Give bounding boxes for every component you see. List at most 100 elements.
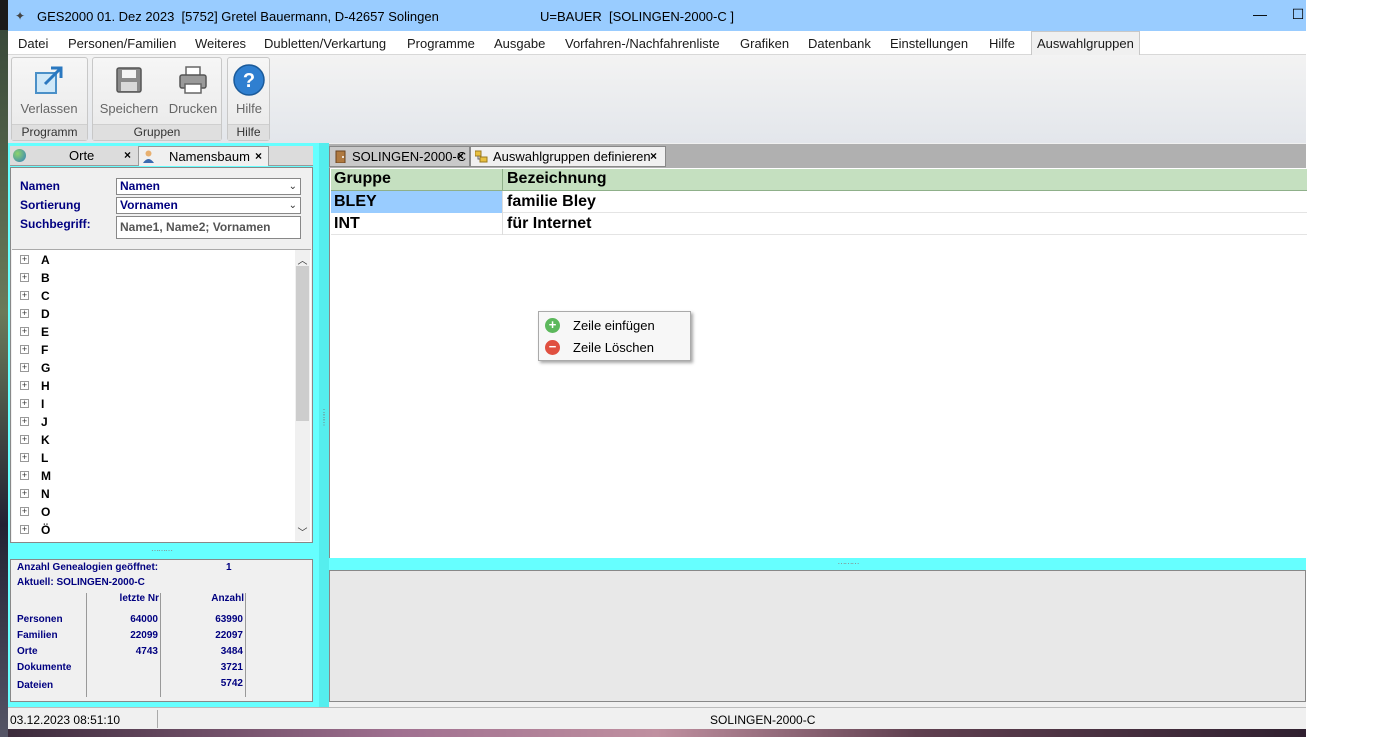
namen-select[interactable]: Namen ⌄ <box>116 178 301 195</box>
menu-dubletten[interactable]: Dubletten/Verkartung <box>264 36 386 51</box>
cell-gruppe[interactable]: BLEY <box>331 191 503 213</box>
menu-hilfe[interactable]: Hilfe <box>989 36 1015 51</box>
tree-item[interactable]: + G <box>20 360 290 378</box>
menu-personen-familien[interactable]: Personen/Familien <box>68 36 176 51</box>
menu-item-zeile-einfuegen[interactable]: + Zeile einfügen <box>543 315 686 335</box>
hilfe-button[interactable]: ? Hilfe <box>230 62 268 116</box>
save-icon <box>116 67 142 93</box>
groups-icon <box>475 150 488 163</box>
tab-orte[interactable]: Orte × <box>10 146 138 166</box>
expand-icon[interactable]: + <box>20 435 29 444</box>
cell-bezeichnung[interactable]: familie Bley <box>504 191 1104 213</box>
desktop-background-left <box>0 30 8 737</box>
speichern-button[interactable]: Speichern <box>97 62 161 116</box>
cell-gruppe[interactable]: INT <box>331 213 503 235</box>
tree-item[interactable]: + J <box>20 414 290 432</box>
tree-item[interactable]: + K <box>20 432 290 450</box>
minimize-button[interactable]: — <box>1245 6 1275 26</box>
menu-vorfahren[interactable]: Vorfahren-/Nachfahrenliste <box>565 36 720 51</box>
window-user-info: U=BAUER [SOLINGEN-2000-C ] <box>540 9 734 24</box>
tab-auswahlgruppen-definieren[interactable]: Auswahlgruppen definieren × <box>470 146 666 167</box>
close-icon[interactable]: × <box>124 148 131 162</box>
menu-datei[interactable]: Datei <box>18 36 48 51</box>
tab-namensbaum[interactable]: Namensbaum × <box>138 146 269 166</box>
tree-item[interactable]: + B <box>20 270 290 288</box>
expand-icon[interactable]: + <box>20 363 29 372</box>
menu-item-zeile-loeschen[interactable]: − Zeile Löschen <box>543 337 686 357</box>
tree-scrollbar[interactable]: ︿ ﹀ <box>295 250 310 541</box>
expand-icon[interactable]: + <box>20 489 29 498</box>
tab-solingen[interactable]: SOLINGEN-2000-C × <box>329 146 470 167</box>
expand-icon[interactable]: + <box>20 345 29 354</box>
menu-auswahlgruppen[interactable]: Auswahlgruppen <box>1031 31 1140 56</box>
stat-count: 5742 <box>220 678 243 689</box>
tree-item[interactable]: + H <box>20 378 290 396</box>
stat-count: 63990 <box>215 614 243 625</box>
close-icon[interactable]: × <box>650 149 657 163</box>
expand-icon[interactable]: + <box>20 327 29 336</box>
scrollbar-thumb[interactable] <box>296 266 309 421</box>
sortierung-select[interactable]: Vornamen ⌄ <box>116 197 301 214</box>
status-database: SOLINGEN-2000-C <box>710 713 816 727</box>
right-splitter-grip[interactable]: ⋯⋯⋯ <box>808 560 888 568</box>
table-row[interactable]: BLEY familie Bley <box>331 191 1307 213</box>
tree-item[interactable]: + C <box>20 288 290 306</box>
help-icon: ? <box>233 64 265 96</box>
menu-weiteres[interactable]: Weiteres <box>195 36 246 51</box>
menu-einstellungen[interactable]: Einstellungen <box>890 36 968 51</box>
verlassen-button[interactable]: Verlassen <box>16 62 82 116</box>
stat-count: 3484 <box>220 646 243 657</box>
tree-item[interactable]: + I <box>20 396 290 414</box>
column-divider <box>160 593 161 697</box>
tree-item[interactable]: + O <box>20 504 290 522</box>
status-datetime: 03.12.2023 08:51:10 <box>10 713 121 727</box>
column-header-gruppe[interactable]: Gruppe <box>331 169 503 191</box>
stat-label: Familien <box>17 630 58 641</box>
expand-icon[interactable]: + <box>20 507 29 516</box>
menu-bar: Datei Personen/Familien Weiteres Dublett… <box>8 31 1306 56</box>
status-bar: 03.12.2023 08:51:10 SOLINGEN-2000-C <box>8 707 1306 729</box>
expand-icon[interactable]: + <box>20 453 29 462</box>
tree-item[interactable]: + D <box>20 306 290 324</box>
suchbegriff-input[interactable]: Name1, Name2; Vornamen <box>116 216 301 239</box>
scroll-down-icon[interactable]: ﹀ <box>295 524 310 539</box>
expand-icon[interactable]: + <box>20 399 29 408</box>
expand-icon[interactable]: + <box>20 381 29 390</box>
close-icon[interactable]: × <box>457 149 464 163</box>
expand-icon[interactable]: + <box>20 471 29 480</box>
menu-datenbank[interactable]: Datenbank <box>808 36 871 51</box>
close-icon[interactable]: × <box>255 149 262 163</box>
expand-icon[interactable]: + <box>20 273 29 282</box>
expand-icon[interactable]: + <box>20 291 29 300</box>
ribbon-group-programm: Verlassen Programm <box>11 57 88 141</box>
desktop-background-bottom <box>8 729 1306 737</box>
menu-programme[interactable]: Programme <box>407 36 475 51</box>
tree-item[interactable]: + L <box>20 450 290 468</box>
table-row[interactable]: INT für Internet <box>331 213 1307 235</box>
column-divider <box>245 593 246 697</box>
menu-ausgabe[interactable]: Ausgabe <box>494 36 545 51</box>
tree-item[interactable]: + E <box>20 324 290 342</box>
expand-icon[interactable]: + <box>20 309 29 318</box>
desktop-background-right <box>1306 0 1382 737</box>
namen-label: Namen <box>20 179 61 193</box>
tree-item[interactable]: + Ö <box>20 522 290 540</box>
statistics-panel: Anzahl Genealogien geöffnet: 1 Aktuell: … <box>10 559 313 702</box>
expand-icon[interactable]: + <box>20 255 29 264</box>
tree-item[interactable]: + F <box>20 342 290 360</box>
expand-icon[interactable]: + <box>20 417 29 426</box>
tree-item[interactable]: + A <box>20 252 290 270</box>
tree-item[interactable]: + M <box>20 468 290 486</box>
globe-icon <box>13 149 26 162</box>
maximize-button[interactable]: ☐ <box>1290 6 1306 26</box>
column-header-bezeichnung[interactable]: Bezeichnung <box>504 169 1104 191</box>
drucken-button[interactable]: Drucken <box>165 62 221 116</box>
expand-icon[interactable]: + <box>20 525 29 534</box>
scroll-up-icon[interactable]: ︿ <box>295 252 310 267</box>
app-icon: ✦ <box>15 9 26 23</box>
cell-bezeichnung[interactable]: für Internet <box>504 213 1104 235</box>
menu-grafiken[interactable]: Grafiken <box>740 36 789 51</box>
context-menu: + Zeile einfügen − Zeile Löschen <box>538 311 691 361</box>
left-horizontal-splitter-grip[interactable]: ⋯⋯⋯ <box>10 547 313 555</box>
tree-item[interactable]: + N <box>20 486 290 504</box>
